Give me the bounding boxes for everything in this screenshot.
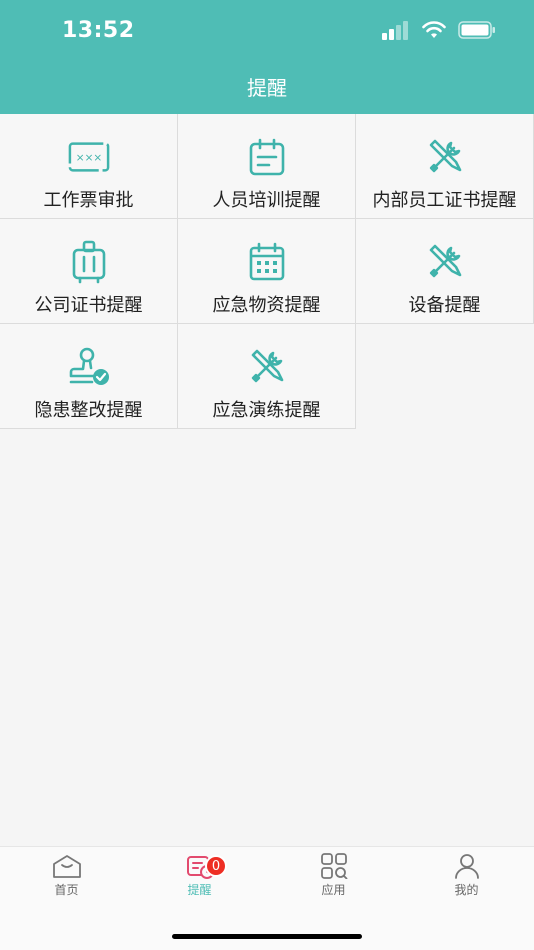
calendar-grid-icon [249,242,284,281]
tab-apps[interactable]: 应用 [267,853,400,907]
grid-item-hazard-rectification[interactable]: 隐患整改提醒 [0,324,178,429]
grid-item-label: 内部员工证书提醒 [372,190,517,211]
grid-item-label: 设备提醒 [408,295,481,316]
tab-label: 提醒 [187,883,212,897]
grid-item-emergency-drill[interactable]: 应急演练提醒 [178,324,356,429]
tab-label: 首页 [54,883,79,897]
status-bar: 13:52 [0,0,534,62]
suitcase-icon [72,240,105,284]
tools-icon [251,349,283,383]
grid-item-company-certificate[interactable]: 公司证书提醒 [0,219,178,324]
grid-item-staff-training[interactable]: 人员培训提醒 [178,114,356,219]
user-icon [454,854,479,879]
tab-label: 应用 [321,883,346,897]
stamp-check-icon [69,347,109,385]
grid-item-label: 应急演练提醒 [212,400,321,421]
page-title: 提醒 [247,76,287,100]
grid-item-emergency-supplies[interactable]: 应急物资提醒 [178,219,356,324]
grid-item-label: 应急物资提醒 [212,295,321,316]
ticket-icon: ××× [68,142,109,172]
calendar-note-icon [249,138,284,176]
grid-item-label: 工作票审批 [43,190,134,211]
tools-icon [429,244,461,278]
tools-icon [429,139,461,173]
tab-reminder[interactable]: 0 提醒 [133,853,266,907]
tab-profile[interactable]: 我的 [400,853,533,907]
battery-icon [458,21,495,39]
grid-item-label: 公司证书提醒 [34,295,143,316]
status-icons [382,20,496,40]
tab-label: 我的 [454,883,479,897]
svg-text:×××: ××× [75,152,101,164]
apps-icon [320,853,347,879]
grid-item-label: 隐患整改提醒 [34,400,143,421]
grid-item-internal-staff-certificate[interactable]: 内部员工证书提醒 [356,114,534,219]
tab-home[interactable]: 首页 [0,853,133,907]
header-bar: 13:52 提醒 [0,0,534,114]
wifi-icon [422,21,446,38]
grid-item-label: 人员培训提醒 [212,190,321,211]
grid-item-work-ticket-approval[interactable]: ××× 工作票审批 [0,114,178,219]
signal-icon [382,21,408,40]
status-time: 13:52 [62,18,135,43]
home-icon [52,855,81,878]
home-indicator[interactable] [172,934,362,939]
notification-badge: 0 [205,855,227,877]
grid-item-equipment[interactable]: 设备提醒 [356,219,534,324]
